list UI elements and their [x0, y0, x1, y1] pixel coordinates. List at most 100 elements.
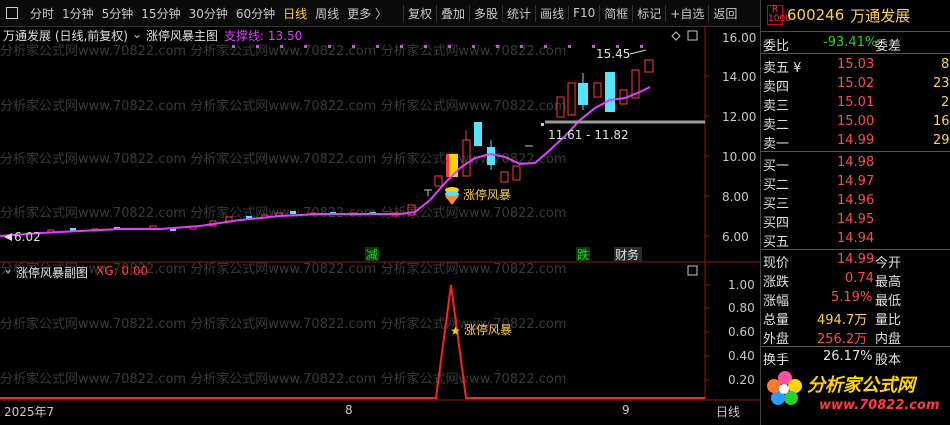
ask-vol: 8	[941, 57, 950, 72]
ask-row: 卖一 14.99 29	[761, 131, 950, 152]
watermark: 分析家公式网www.70822.com 分析家公式网www.70822.com …	[0, 151, 567, 167]
svg-text:★: ★	[450, 324, 461, 338]
ask-label: 卖一	[763, 137, 790, 152]
period-mode[interactable]: 日线	[716, 403, 740, 420]
chart-canvas: 分析家公式网www.70822.com 分析家公式网www.70822.com …	[0, 26, 760, 401]
low-label: 6.02	[14, 230, 41, 244]
quote-row: 现价 14.99 今开	[761, 250, 950, 271]
ask-price: 15.03	[837, 57, 875, 72]
flower-logo-icon	[767, 371, 802, 405]
tb-biaoji[interactable]: 标记	[632, 4, 665, 22]
tb-1min[interactable]: 1分钟	[58, 5, 98, 22]
ask-price: 14.99	[837, 133, 875, 148]
ask-price: 15.01	[837, 95, 875, 110]
quote-value: 256.2万	[817, 332, 868, 347]
bid-price: 14.98	[837, 155, 875, 170]
sub-signal-label: 涨停风暴	[464, 322, 512, 337]
watermark: 分析家公式网www.70822.com 分析家公式网www.70822.com …	[0, 98, 567, 114]
bid-row: 买二 14.97	[761, 172, 950, 193]
bid-row: 买四 14.95	[761, 210, 950, 231]
marker-die: 跌	[577, 247, 589, 262]
ask-vol: 2	[941, 95, 950, 110]
marker-caiwu: 财务	[615, 247, 639, 262]
marker-jian: 减	[366, 248, 378, 262]
tb-fenshi[interactable]: 分时	[26, 5, 58, 22]
quote-label: 外盘	[763, 332, 790, 347]
high-label: 15.45	[596, 47, 630, 61]
sub-collapse-icon[interactable]: ⌄	[3, 262, 13, 276]
quote-value: 5.19%	[831, 290, 873, 305]
stock-header: R 1000 600246 万通发展	[761, 0, 950, 30]
quote-label: 内盘	[875, 332, 902, 347]
sub-title[interactable]: 涨停风暴副图	[16, 264, 88, 281]
signal-label: 涨停风暴	[463, 187, 511, 202]
time-label: 8	[345, 403, 353, 417]
ratio-row: 委比 -93.41% 委差	[761, 33, 950, 54]
tb-30min[interactable]: 30分钟	[185, 5, 232, 22]
diff-label: 委差	[875, 39, 902, 54]
signal-diamond-icon	[445, 187, 459, 205]
tb-duogu[interactable]: 多股	[469, 4, 502, 22]
support-label: 支撑线: 13.50	[224, 29, 303, 43]
watermark: 分析家公式网www.70822.com 分析家公式网www.70822.com …	[0, 371, 567, 387]
time-label: 9	[622, 403, 630, 417]
tb-5min[interactable]: 5分钟	[98, 5, 138, 22]
xg-label: XG: 0.00	[96, 264, 149, 278]
tb-tongji[interactable]: 统计	[502, 4, 535, 22]
bid-price: 14.95	[837, 212, 875, 227]
bid-row: 买三 14.96	[761, 191, 950, 212]
chart-title: 万通发展 (日线,前复权)	[3, 29, 128, 43]
logo-url: www.70822.com	[819, 398, 940, 413]
ask-row: 卖五 ¥ 15.03 8	[761, 55, 950, 76]
bid-row: 买一 14.98	[761, 153, 950, 174]
tb-daily[interactable]: 日线	[279, 5, 311, 22]
ratio-value: -93.41%	[823, 35, 878, 50]
bid-label: 买五	[763, 235, 790, 250]
bid-price: 14.97	[837, 174, 875, 189]
quote-value: 0.74	[845, 271, 874, 286]
tb-60min[interactable]: 60分钟	[232, 5, 279, 22]
ratio-label: 委比	[763, 39, 790, 54]
ask-row: 卖三 15.01 2	[761, 93, 950, 114]
bid-row: 买五 14.94	[761, 229, 950, 250]
range-label: 11.61 - 11.82	[548, 128, 629, 142]
tb-jiankuang[interactable]: 简框	[599, 4, 632, 22]
quote-row: 涨跌 0.74 最高	[761, 269, 950, 290]
site-logo: 分析家公式网 www.70822.com	[761, 362, 950, 425]
ask-price: 15.02	[837, 76, 875, 91]
menu-square-icon[interactable]	[6, 7, 18, 19]
watermark: 分析家公式网www.70822.com 分析家公式网www.70822.com …	[0, 43, 567, 59]
tb-more[interactable]: 更多 〉	[343, 5, 391, 22]
tb-diejia[interactable]: 叠加	[436, 4, 469, 22]
stock-code: 600246	[787, 6, 845, 24]
indicator-name[interactable]: 涨停风暴主图	[146, 27, 218, 44]
tb-huaxian[interactable]: 画线	[535, 4, 568, 22]
quote-row: 涨幅 5.19% 最低	[761, 288, 950, 309]
toolbar: 分时 1分钟 5分钟 15分钟 30分钟 60分钟 日线 周线 更多 〉 复权 …	[0, 0, 760, 27]
sub-star-icon: ★	[450, 324, 461, 338]
quote-row: 总量 494.7万 量比	[761, 307, 950, 328]
ask-vol: 16	[933, 114, 950, 129]
ask-vol: 29	[933, 133, 950, 148]
diamond-icon	[671, 31, 681, 41]
r-badge: R 1000	[767, 5, 791, 25]
ask-price: 15.00	[837, 114, 875, 129]
bid-price: 14.94	[837, 231, 875, 246]
tb-back[interactable]: 返回	[708, 4, 741, 22]
tb-weekly[interactable]: 周线	[311, 5, 343, 22]
quote-value: 14.99	[837, 252, 875, 267]
stock-name: 万通发展	[850, 6, 911, 25]
quote-row: 外盘 256.2万 内盘	[761, 326, 950, 347]
ask-row: 卖四 15.02 23	[761, 74, 950, 95]
tb-fuquan[interactable]: 复权	[403, 4, 436, 22]
ask-vol: 23	[933, 76, 950, 91]
quote-panel: R 1000 600246 万通发展 委比 -93.41% 委差 卖五 ¥ 15.…	[760, 0, 950, 425]
collapse-icon[interactable]: ⌄	[132, 27, 142, 41]
ask-row: 卖二 15.00 16	[761, 112, 950, 133]
time-label: 2025年7	[4, 405, 55, 419]
tb-f10[interactable]: F10	[568, 6, 599, 20]
maximize-icon	[687, 30, 698, 41]
sub-maximize-icon	[687, 265, 698, 276]
tb-15min[interactable]: 15分钟	[137, 5, 184, 22]
tb-zixuan[interactable]: +自选	[665, 4, 708, 22]
